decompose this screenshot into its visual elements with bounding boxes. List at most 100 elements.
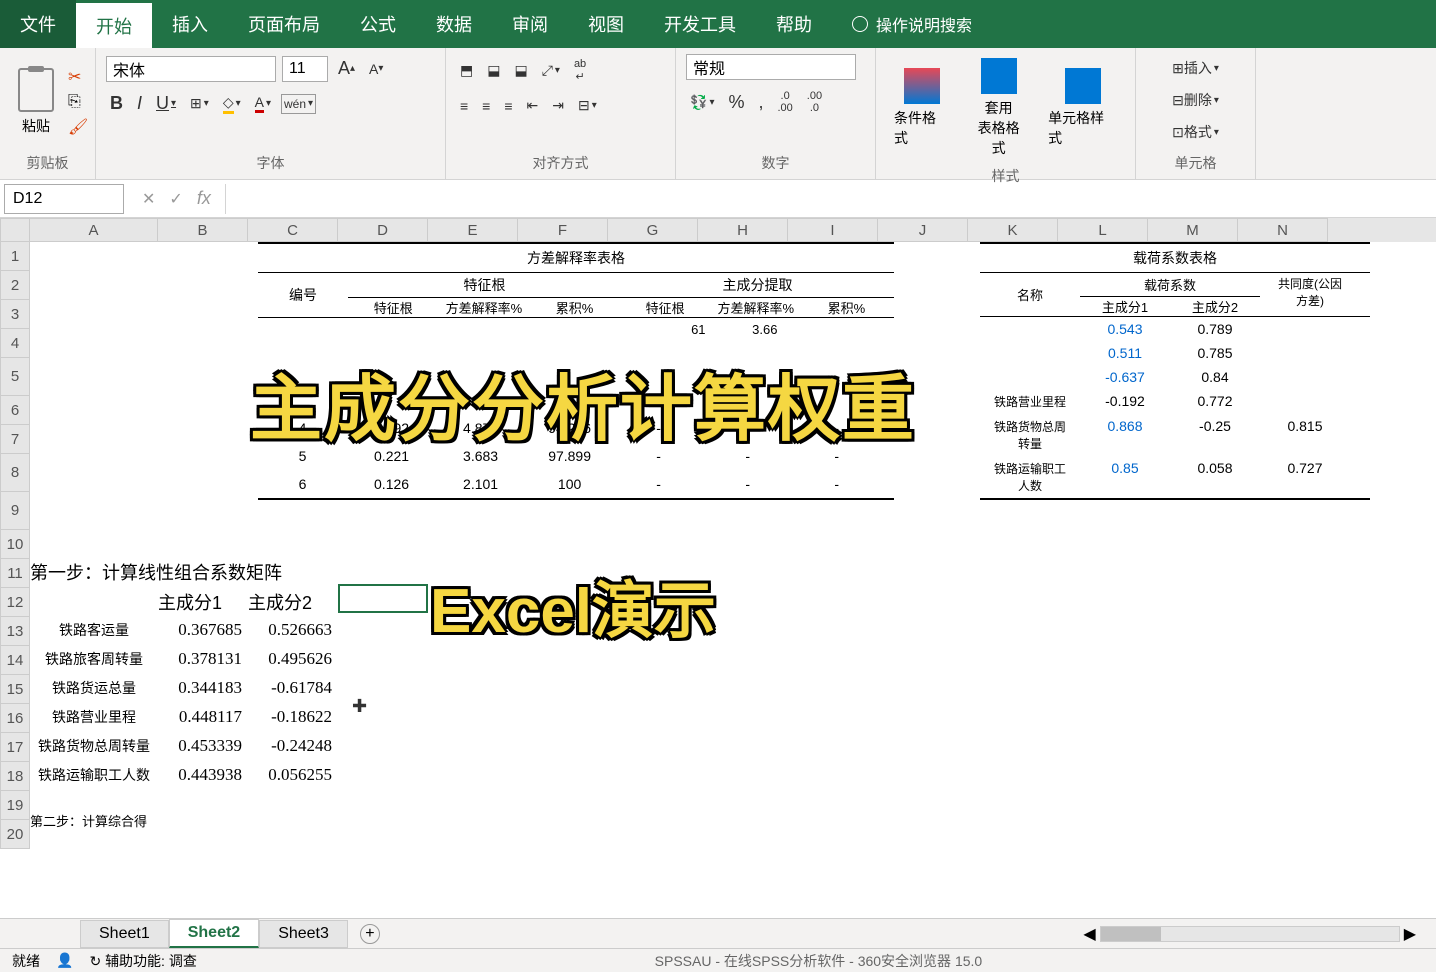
row-header[interactable]: 6 [0,396,30,425]
table-format-button[interactable]: 套用 表格格式 [963,54,1034,162]
tab-file[interactable]: 文件 [0,0,76,48]
horizontal-scrollbar[interactable]: ◀ ▶ [1083,924,1436,944]
col-header[interactable]: F [518,218,608,242]
increase-font-button[interactable]: A▴ [334,54,359,83]
row-header[interactable]: 7 [0,425,30,454]
bold-button[interactable]: B [106,89,127,118]
cell-styles-button[interactable]: 单元格样式 [1040,64,1125,152]
format-cells-button[interactable]: ⊡ 格式 ▾ [1146,118,1245,146]
align-bottom-button[interactable]: ⬓ [510,58,531,83]
paste-button[interactable]: 粘贴 [10,64,62,140]
delete-cells-button[interactable]: ⊟ 删除 ▾ [1146,86,1245,114]
decrease-decimal-button[interactable]: .00.0 [803,86,826,118]
underline-button[interactable]: U▾ [152,89,180,118]
col-header[interactable]: K [968,218,1058,242]
tab-help[interactable]: 帮助 [756,0,832,48]
increase-indent-button[interactable]: ⇥ [548,93,568,118]
scroll-track[interactable] [1100,926,1400,942]
increase-decimal-button[interactable]: .0.00 [774,86,797,118]
col-header[interactable]: L [1058,218,1148,242]
copy-icon[interactable]: ⎘ [68,93,88,111]
col-header[interactable]: M [1148,218,1238,242]
font-color-button[interactable]: A▾ [251,90,275,117]
fill-color-button[interactable]: ◇▾ [219,90,245,118]
align-right-button[interactable]: ≡ [500,94,516,118]
align-top-button[interactable]: ⬒ [456,58,477,83]
phonetic-button[interactable]: wén▾ [281,94,316,114]
col-header[interactable]: I [788,218,878,242]
italic-button[interactable]: I [133,89,146,118]
row-header[interactable]: 12 [0,588,30,617]
col-header[interactable]: E [428,218,518,242]
col-header[interactable]: N [1238,218,1328,242]
tab-data[interactable]: 数据 [416,0,492,48]
cut-icon[interactable]: ✂ [68,67,88,87]
row-header[interactable]: 11 [0,559,30,588]
comma-button[interactable]: , [754,88,767,117]
scroll-left-icon[interactable]: ◀ [1083,924,1095,944]
align-middle-button[interactable]: ⬓ [483,58,504,83]
name-box[interactable]: D12 [4,184,124,214]
conditional-format-button[interactable]: 条件格式 [886,64,957,152]
row-header[interactable]: 13 [0,617,30,646]
tab-home[interactable]: 开始 [76,0,152,48]
fx-icon[interactable]: fx [197,188,211,209]
tell-me-search[interactable]: 操作说明搜索 [852,12,972,36]
accessibility-icon[interactable]: 👤 [56,952,73,969]
orientation-button[interactable]: ⤢▾ [538,58,564,83]
row-header[interactable]: 16 [0,704,30,733]
col-header[interactable]: B [158,218,248,242]
row-header[interactable]: 9 [0,492,30,530]
formula-input[interactable] [225,184,1436,214]
merge-button[interactable]: ⊟▾ [574,93,601,118]
sheet-tab[interactable]: Sheet3 [259,920,348,948]
number-format-selector[interactable]: 常规 [686,54,856,80]
cancel-formula-icon[interactable]: ✕ [142,189,155,209]
wrap-text-button[interactable]: ab↵ [570,54,590,87]
col-header[interactable]: A [30,218,158,242]
row-header[interactable]: 10 [0,530,30,559]
accessibility-button[interactable]: ↻ 辅助功能: 调查 [89,951,196,971]
tab-insert[interactable]: 插入 [152,0,228,48]
col-header[interactable]: H [698,218,788,242]
font-size-selector[interactable]: 11 [282,56,328,82]
border-button[interactable]: ⊞▾ [186,91,213,116]
align-center-button[interactable]: ≡ [478,94,494,118]
scroll-right-icon[interactable]: ▶ [1404,924,1416,944]
row-header[interactable]: 17 [0,733,30,762]
row-header[interactable]: 3 [0,300,30,329]
row-header[interactable]: 15 [0,675,30,704]
add-sheet-button[interactable]: + [360,924,380,944]
row-header[interactable]: 2 [0,271,30,300]
col-header[interactable]: G [608,218,698,242]
sheet-tab-active[interactable]: Sheet2 [169,919,259,948]
tab-developer[interactable]: 开发工具 [644,0,756,48]
currency-button[interactable]: 💱▾ [686,90,718,115]
cells-area[interactable]: 方差解释率表格 编号 特征根 主成分提取 特征根 方差解释率% 累积% 特征根 [30,242,1436,849]
row-header[interactable]: 19 [0,791,30,820]
tab-page-layout[interactable]: 页面布局 [228,0,340,48]
percent-button[interactable]: % [724,88,748,117]
tab-review[interactable]: 审阅 [492,0,568,48]
decrease-font-button[interactable]: A▾ [365,57,387,81]
row-header[interactable]: 8 [0,454,30,492]
align-left-button[interactable]: ≡ [456,94,472,118]
row-header[interactable]: 1 [0,242,30,271]
insert-cells-button[interactable]: ⊞ 插入 ▾ [1146,54,1245,82]
row-header[interactable]: 14 [0,646,30,675]
select-all-corner[interactable] [0,218,30,242]
format-painter-icon[interactable]: 🖌 [68,117,88,137]
row-header[interactable]: 20 [0,820,30,849]
col-header[interactable]: J [878,218,968,242]
row-header[interactable]: 5 [0,358,30,396]
font-name-selector[interactable]: 宋体 [106,56,276,82]
row-header[interactable]: 4 [0,329,30,358]
col-header[interactable]: D [338,218,428,242]
scroll-thumb[interactable] [1101,927,1161,941]
decrease-indent-button[interactable]: ⇤ [523,93,543,118]
col-header[interactable]: C [248,218,338,242]
confirm-formula-icon[interactable]: ✓ [169,189,182,209]
tab-view[interactable]: 视图 [568,0,644,48]
row-header[interactable]: 18 [0,762,30,791]
sheet-tab[interactable]: Sheet1 [80,920,169,948]
